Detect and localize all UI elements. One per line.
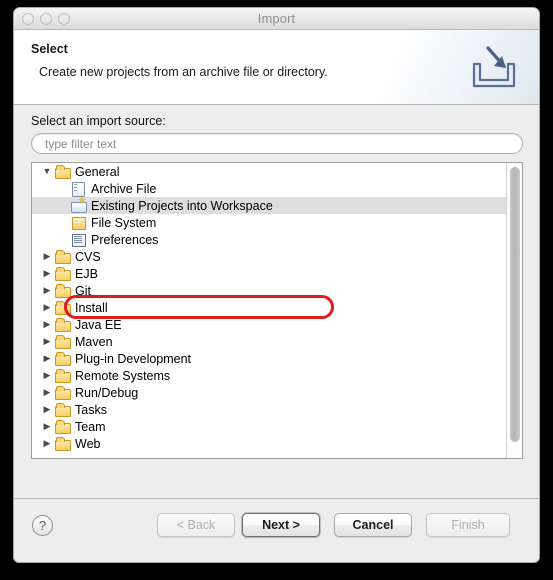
folder-icon <box>54 249 72 264</box>
tree-vertical-scrollbar[interactable] <box>506 163 522 458</box>
tree-item[interactable]: ▶ Run/Debug <box>32 384 506 401</box>
archive-icon <box>70 181 88 197</box>
preferences-icon <box>70 232 88 247</box>
chevron-right-icon[interactable]: ▶ <box>40 405 54 414</box>
chevron-right-icon[interactable]: ▶ <box>40 422 54 431</box>
window-title: Import <box>257 11 296 26</box>
dialog-body: Select an import source: type filter tex… <box>14 105 539 499</box>
folder-icon <box>54 351 72 366</box>
tree-item[interactable]: ▶ CVS <box>32 248 506 265</box>
tree-item[interactable]: ▶ EJB <box>32 265 506 282</box>
chevron-right-icon[interactable]: ▶ <box>40 371 54 380</box>
folder-icon <box>54 385 72 400</box>
wizard-header: Select Create new projects from an archi… <box>14 30 539 105</box>
scrollbar-thumb[interactable] <box>510 167 520 442</box>
tree-item-label: General <box>75 164 120 179</box>
chevron-right-icon[interactable]: ▶ <box>40 320 54 329</box>
tree-item-label: Team <box>75 419 106 434</box>
filter-input[interactable]: type filter text <box>31 133 523 154</box>
tree-item[interactable]: ▶ Tasks <box>32 401 506 418</box>
chevron-right-icon[interactable]: ▶ <box>40 354 54 363</box>
chevron-right-icon[interactable]: ▶ <box>40 337 54 346</box>
tree-item[interactable]: Existing Projects into Workspace <box>32 195 506 214</box>
folder-icon <box>54 334 72 349</box>
finish-button[interactable]: Finish <box>426 513 510 537</box>
tree-item-label: Install <box>75 300 108 315</box>
folder-icon <box>54 283 72 298</box>
chevron-right-icon[interactable]: ▶ <box>40 286 54 295</box>
page-description: Create new projects from an archive file… <box>39 65 328 79</box>
filter-placeholder: type filter text <box>45 137 117 151</box>
tree-item[interactable]: ▶ Plug-in Development <box>32 350 506 367</box>
folder-icon <box>54 402 72 417</box>
next-button[interactable]: Next > <box>242 513 320 537</box>
folder-icon <box>54 436 72 451</box>
tree-item[interactable]: ▶ Maven <box>32 333 506 350</box>
tree-item[interactable]: ▶ Web <box>32 435 506 452</box>
tree-item[interactable]: ▶ Java EE <box>32 316 506 333</box>
folder-icon <box>54 368 72 383</box>
tree-item[interactable]: Archive File <box>32 180 506 197</box>
chevron-right-icon[interactable]: ▶ <box>40 252 54 261</box>
chevron-right-icon[interactable]: ▶ <box>40 269 54 278</box>
tree-item-label: Remote Systems <box>75 368 171 383</box>
tree-item-label: Git <box>75 283 91 298</box>
page-title: Select <box>31 42 68 56</box>
tree-item[interactable]: ▶ Git <box>32 282 506 299</box>
tree-item-label: Existing Projects into Workspace <box>91 198 273 213</box>
tree-item[interactable]: ▶ Team <box>32 418 506 435</box>
folder-icon <box>54 300 72 315</box>
tree-item-label: CVS <box>75 249 101 264</box>
projects-icon <box>70 195 88 213</box>
tree-item[interactable]: ▼ General <box>32 163 506 180</box>
tree-item-label: Maven <box>75 334 113 349</box>
filesystem-icon <box>70 215 88 230</box>
tree-rows-container: ▼ General Archive File Existing Projects in… <box>32 163 506 452</box>
dialog-footer: ? < Back Next > Cancel Finish <box>14 498 539 562</box>
help-button[interactable]: ? <box>32 515 53 536</box>
tree-item-label: EJB <box>75 266 98 281</box>
tree-item[interactable]: ▶ Install <box>32 299 506 316</box>
tree-item-label: Java EE <box>75 317 122 332</box>
import-source-label: Select an import source: <box>31 114 166 128</box>
tree-item[interactable]: ▶ Remote Systems <box>32 367 506 384</box>
import-dialog-window: Import Select Create new projects from a… <box>13 7 540 563</box>
import-wizard-icon <box>472 46 516 88</box>
folder-icon <box>54 164 72 179</box>
chevron-down-icon[interactable]: ▼ <box>40 167 54 176</box>
chevron-right-icon[interactable]: ▶ <box>40 303 54 312</box>
tree-item[interactable]: Preferences <box>32 231 506 248</box>
title-bar[interactable]: Import <box>14 8 539 30</box>
tree-item-label: Tasks <box>75 402 107 417</box>
folder-icon <box>54 317 72 332</box>
cancel-button[interactable]: Cancel <box>334 513 412 537</box>
back-button[interactable]: < Back <box>157 513 235 537</box>
tree-item-label: File System <box>91 215 157 230</box>
tree-item-label: Archive File <box>91 181 157 196</box>
chevron-right-icon[interactable]: ▶ <box>40 439 54 448</box>
folder-icon <box>54 419 72 434</box>
folder-icon <box>54 266 72 281</box>
import-source-tree[interactable]: ▼ General Archive File Existing Projects in… <box>31 162 523 459</box>
tree-item-label: Web <box>75 436 101 451</box>
tree-item-label: Run/Debug <box>75 385 139 400</box>
tree-item-label: Plug-in Development <box>75 351 192 366</box>
tree-item[interactable]: File System <box>32 214 506 231</box>
tree-item-label: Preferences <box>91 232 159 247</box>
chevron-right-icon[interactable]: ▶ <box>40 388 54 397</box>
